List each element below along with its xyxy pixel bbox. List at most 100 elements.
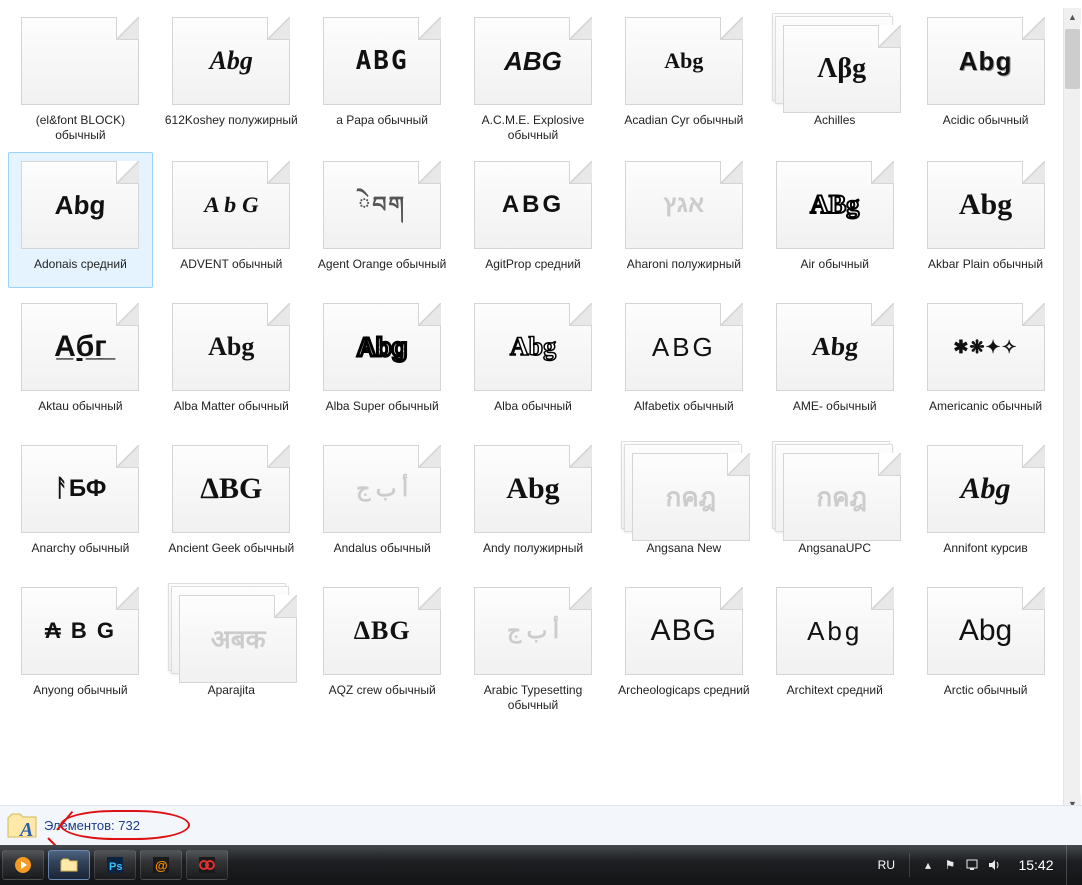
font-preview: ΔBG <box>200 474 262 504</box>
font-item[interactable]: (el&font BLOCK) обычный <box>8 8 153 146</box>
font-item[interactable]: AbgAlba Super обычный <box>310 294 455 430</box>
font-item[interactable]: ABgAir обычный <box>762 152 907 288</box>
font-thumb: Abg <box>771 297 899 397</box>
font-item[interactable]: AbgAnnifont курсив <box>913 436 1058 572</box>
font-item[interactable]: AbgAcidic обычный <box>913 8 1058 146</box>
font-preview: A̲б̲г̲ <box>54 332 107 362</box>
font-preview: Abg <box>208 334 254 360</box>
scroll-up-button[interactable]: ▲ <box>1064 8 1081 25</box>
taskbar-app-media-player[interactable] <box>2 850 44 880</box>
font-item[interactable]: Abg AME- обычный <box>762 294 907 430</box>
font-preview: Abg <box>664 50 703 72</box>
font-label: Anyong обычный <box>33 681 127 711</box>
font-label: Adonais средний <box>34 255 127 285</box>
font-item[interactable]: ΛβgAchilles <box>762 8 907 146</box>
font-item[interactable]: A̲б̲г̲Aktau обычный <box>8 294 153 430</box>
font-label: Alba обычный <box>494 397 572 427</box>
scroll-track[interactable] <box>1064 29 1081 795</box>
scrollbar[interactable]: ▲ ▼ <box>1063 8 1080 808</box>
font-label: (el&font BLOCK) обычный <box>11 111 150 143</box>
svg-text:Ps: Ps <box>109 861 122 873</box>
font-item[interactable]: AbgArchitext средний <box>762 578 907 716</box>
font-thumb: अबक <box>167 581 295 681</box>
font-label: AngsanaUPC <box>798 539 871 569</box>
font-label: Akbar Plain обычный <box>928 255 1043 285</box>
font-item[interactable]: أ ب جAndalus обычный <box>310 436 455 572</box>
font-preview: ABG <box>651 616 717 646</box>
font-label: Americanic обычный <box>929 397 1042 427</box>
font-label: AME- обычный <box>793 397 877 427</box>
font-thumb: ✱❋✦✧ <box>922 297 1050 397</box>
font-preview: أ ب ج <box>507 620 559 642</box>
font-item[interactable]: ΔBGAncient Geek обычный <box>159 436 304 572</box>
font-item[interactable]: ABGa Papa обычный <box>310 8 455 146</box>
font-label: AQZ crew обычный <box>329 681 436 711</box>
font-item[interactable]: Abg Adonais средний <box>8 152 153 288</box>
font-thumb: ₳ B G <box>16 581 144 681</box>
font-preview: Abg <box>810 334 859 360</box>
font-thumb: ᚨБФ <box>16 439 144 539</box>
font-item[interactable]: अबकAparajita <box>159 578 304 716</box>
font-label: Angsana New <box>646 539 721 569</box>
tray-flag-icon[interactable]: ⚑ <box>942 857 958 873</box>
font-item[interactable]: Abg612Koshey полужирный <box>159 8 304 146</box>
font-preview: ✱❋✦✧ <box>953 338 1017 356</box>
font-item[interactable]: AbgAkbar Plain обычный <box>913 152 1058 288</box>
font-item[interactable]: ABGA.C.M.E. Explosive обычный <box>461 8 606 146</box>
font-item[interactable]: กคฎAngsana New <box>611 436 756 572</box>
show-desktop-button[interactable] <box>1066 845 1076 885</box>
font-item[interactable]: ᚨБФAnarchy обычный <box>8 436 153 572</box>
font-item[interactable]: אגץAharoni полужирный <box>611 152 756 288</box>
font-item[interactable]: ABG Archeologicaps средний <box>611 578 756 716</box>
font-item[interactable]: A b GADVENT обычный <box>159 152 304 288</box>
font-label: Arabic Typesetting обычный <box>464 681 603 713</box>
font-label: Anarchy обычный <box>32 539 130 569</box>
taskbar-app-photoshop[interactable]: Ps <box>94 850 136 880</box>
font-item[interactable]: ེབགAgent Orange обычный <box>310 152 455 288</box>
font-item[interactable]: AbgAndy полужирный <box>461 436 606 572</box>
font-preview: กคฎ <box>816 484 867 510</box>
font-item[interactable]: ABGAlfabetix обычный <box>611 294 756 430</box>
taskbar-lang[interactable]: RU <box>874 856 899 874</box>
font-item[interactable]: أ ب ج Arabic Typesetting обычный <box>461 578 606 716</box>
font-item[interactable]: AbgAcadian Cyr обычный <box>611 8 756 146</box>
font-item[interactable]: ABGAgitProp средний <box>461 152 606 288</box>
font-thumb: ེབག <box>318 155 446 255</box>
font-thumb: Abg <box>469 439 597 539</box>
font-grid: (el&font BLOCK) обычныйAbg612Koshey полу… <box>8 8 1058 716</box>
font-preview: Abg <box>506 474 559 504</box>
taskbar-app-mail[interactable]: @ <box>140 850 182 880</box>
fonts-folder-icon: A <box>6 810 38 842</box>
font-label: 612Koshey полужирный <box>165 111 298 141</box>
taskbar: Ps @ RU ▴ ⚑ 15:42 <box>0 845 1082 885</box>
font-item[interactable]: AbgAlba Matter обычный <box>159 294 304 430</box>
font-item[interactable]: กคฎ AngsanaUPC <box>762 436 907 572</box>
tray-volume-icon[interactable] <box>986 857 1002 873</box>
font-thumb: กคฎ <box>620 439 748 539</box>
font-item[interactable]: ₳ B GAnyong обычный <box>8 578 153 716</box>
font-item[interactable]: AbgArctic обычный <box>913 578 1058 716</box>
font-thumb: אגץ <box>620 155 748 255</box>
font-item[interactable]: ΔBGAQZ crew обычный <box>310 578 455 716</box>
font-thumb: ΔBG <box>318 581 446 681</box>
font-thumb: ΔBG <box>167 439 295 539</box>
taskbar-app-explorer[interactable] <box>48 850 90 880</box>
font-preview: Abg <box>54 192 106 218</box>
taskbar-clock[interactable]: 15:42 <box>1016 857 1056 873</box>
font-thumb: ABG <box>469 155 597 255</box>
font-preview: Abg <box>510 334 556 360</box>
font-label: A.C.M.E. Explosive обычный <box>464 111 603 143</box>
font-label: Achilles <box>814 111 855 141</box>
font-preview: ABg <box>810 192 859 218</box>
scroll-thumb[interactable] <box>1065 29 1080 89</box>
font-item[interactable]: ✱❋✦✧ Americanic обычный <box>913 294 1058 430</box>
font-label: Archeologicaps средний <box>618 681 750 711</box>
font-label: Aharoni полужирный <box>627 255 741 285</box>
tray-show-hidden-icon[interactable]: ▴ <box>920 857 936 873</box>
font-thumb: Abg <box>922 11 1050 111</box>
taskbar-app-audio[interactable] <box>186 850 228 880</box>
font-thumb: Abg <box>318 297 446 397</box>
tray-network-icon[interactable] <box>964 857 980 873</box>
font-item[interactable]: Abg Alba обычный <box>461 294 606 430</box>
font-thumb: Abg <box>922 439 1050 539</box>
